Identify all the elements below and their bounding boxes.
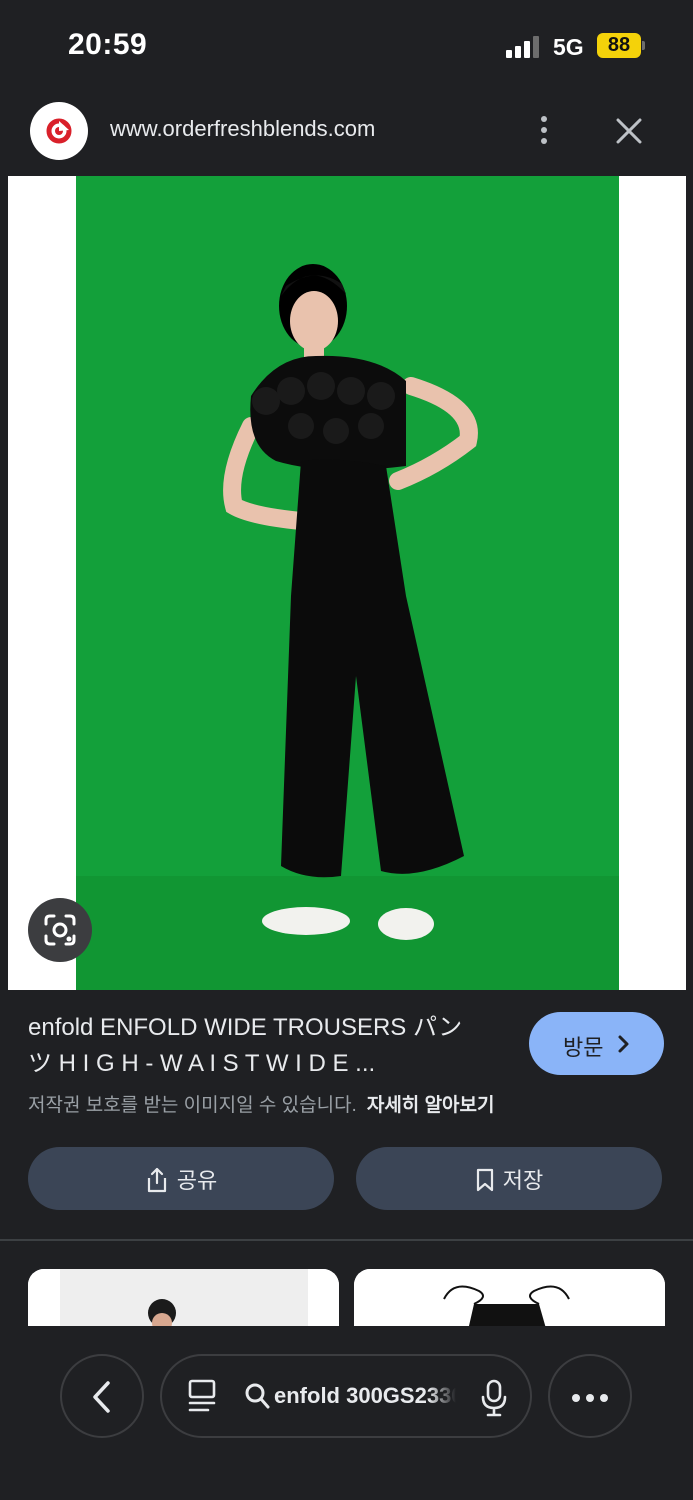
battery-icon: 88 xyxy=(597,33,641,58)
share-button[interactable]: 공유 xyxy=(28,1147,334,1210)
tabs-icon[interactable] xyxy=(186,1378,218,1416)
google-lens-icon[interactable] xyxy=(28,898,92,962)
search-icon xyxy=(245,1383,270,1409)
url-bar: www.orderfreshblends.com xyxy=(0,88,693,176)
visit-button-label: 방문 xyxy=(563,1035,604,1060)
copyright-notice: 저작권 보호를 받는 이미지일 수 있습니다. 자세히 알아보기 xyxy=(28,1090,494,1117)
copyright-text: 저작권 보호를 받는 이미지일 수 있습니다. xyxy=(28,1095,357,1116)
site-logo-icon xyxy=(30,102,88,160)
chevron-right-icon xyxy=(618,1035,629,1053)
bookmark-icon xyxy=(476,1169,493,1192)
more-vert-icon[interactable] xyxy=(528,110,560,150)
save-button[interactable]: 저장 xyxy=(356,1147,662,1210)
result-title[interactable]: enfold ENFOLD WIDE TROUSERS パン ツ H I G H… xyxy=(28,1010,498,1082)
result-title-line: ツ H I G H - W A I S T W I D E ... xyxy=(28,1050,376,1077)
share-label: 공유 xyxy=(176,1168,218,1193)
more-horiz-icon[interactable] xyxy=(548,1354,632,1438)
mic-icon[interactable] xyxy=(480,1378,508,1418)
search-query[interactable]: enfold 300GS2330 xyxy=(274,1383,456,1409)
save-label: 저장 xyxy=(502,1168,544,1193)
visit-button[interactable]: 방문 xyxy=(529,1012,664,1075)
back-arrow-icon xyxy=(93,1381,110,1413)
battery-tip xyxy=(642,41,645,50)
search-bar[interactable]: enfold 300GS2330 xyxy=(160,1354,532,1438)
status-time: 20:59 xyxy=(68,28,148,61)
status-bar: 20:59 5G 88 xyxy=(0,0,693,88)
learn-more-link[interactable]: 자세히 알아보기 xyxy=(367,1095,495,1116)
close-icon[interactable] xyxy=(610,112,648,150)
network-type: 5G xyxy=(553,34,584,60)
signal-icon xyxy=(506,36,542,58)
divider xyxy=(0,1239,693,1241)
page-url[interactable]: www.orderfreshblends.com xyxy=(110,116,375,142)
image-preview[interactable] xyxy=(8,176,686,990)
bottom-toolbar: enfold 300GS2330 xyxy=(0,1326,693,1500)
share-icon xyxy=(147,1168,166,1193)
back-button[interactable] xyxy=(60,1354,144,1438)
product-photo[interactable] xyxy=(76,176,619,990)
result-title-line: enfold ENFOLD WIDE TROUSERS パン xyxy=(28,1014,463,1041)
